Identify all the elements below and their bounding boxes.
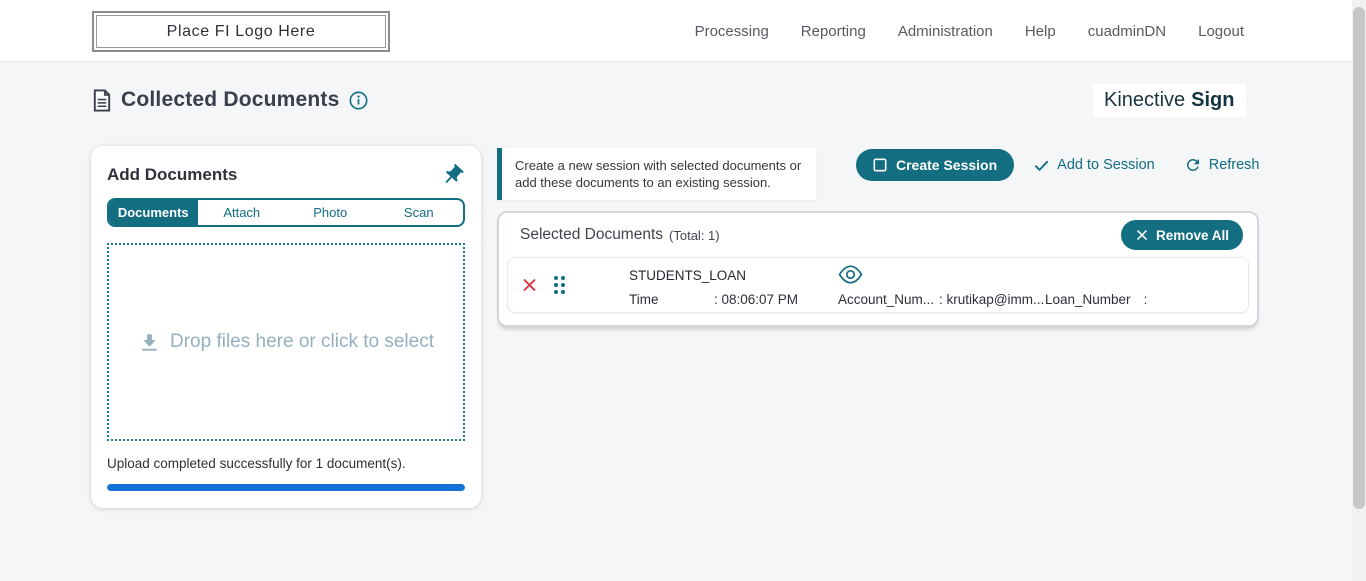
add-documents-panel: Add Documents Documents Attach Photo Sca… bbox=[91, 146, 481, 508]
file-dropzone[interactable]: Drop files here or click to select bbox=[107, 243, 465, 441]
document-row: STUDENTS_LOAN Time : 08:06:07 PM Account… bbox=[507, 257, 1249, 313]
checkbox-square-icon bbox=[873, 158, 887, 172]
nav-administration[interactable]: Administration bbox=[898, 23, 993, 40]
vertical-scrollbar bbox=[1352, 0, 1366, 581]
scrollbar-thumb[interactable] bbox=[1353, 7, 1365, 509]
tab-scan[interactable]: Scan bbox=[375, 200, 464, 225]
upload-status-text: Upload completed successfully for 1 docu… bbox=[107, 456, 465, 471]
preview-eye-icon[interactable] bbox=[838, 265, 863, 284]
refresh-button[interactable]: Refresh bbox=[1184, 156, 1260, 174]
add-to-session-label: Add to Session bbox=[1057, 157, 1155, 173]
tab-attach[interactable]: Attach bbox=[198, 200, 287, 225]
create-session-button[interactable]: Create Session bbox=[856, 149, 1014, 181]
account-field: Account_Num... : krutikap@imm... bbox=[838, 292, 1044, 307]
create-session-label: Create Session bbox=[896, 157, 997, 173]
page-title: Collected Documents bbox=[121, 88, 340, 112]
brand-name: Kinective bbox=[1104, 89, 1185, 112]
add-documents-header: Add Documents bbox=[107, 162, 465, 188]
selected-documents-title: Selected Documents bbox=[520, 226, 663, 244]
info-icon[interactable] bbox=[349, 91, 368, 110]
page-title-row: Collected Documents bbox=[92, 84, 368, 116]
nav-reporting[interactable]: Reporting bbox=[801, 23, 866, 40]
selected-documents-header: Selected Documents (Total: 1) Remove All bbox=[499, 213, 1257, 257]
kinective-sign-logo: Kinective Sign bbox=[1093, 84, 1246, 117]
pin-icon[interactable] bbox=[440, 163, 465, 188]
fi-logo-placeholder: Place FI Logo Here bbox=[92, 11, 390, 52]
account-label: Account_Num... bbox=[838, 292, 934, 307]
top-header: Place FI Logo Here Processing Reporting … bbox=[0, 0, 1366, 62]
remove-document-icon[interactable] bbox=[521, 277, 538, 294]
upload-progress-fill bbox=[107, 484, 465, 491]
document-icon bbox=[92, 89, 112, 112]
fi-logo-text: Place FI Logo Here bbox=[167, 23, 316, 41]
time-label: Time bbox=[629, 292, 659, 307]
tab-photo[interactable]: Photo bbox=[286, 200, 375, 225]
main-nav: Processing Reporting Administration Help… bbox=[695, 0, 1244, 62]
nav-logout[interactable]: Logout bbox=[1198, 23, 1244, 40]
check-icon bbox=[1033, 157, 1050, 174]
close-icon bbox=[1135, 228, 1149, 242]
remove-all-label: Remove All bbox=[1156, 228, 1229, 243]
nav-processing[interactable]: Processing bbox=[695, 23, 769, 40]
dropzone-text: Drop files here or click to select bbox=[170, 331, 434, 353]
loan-field: Loan_Number : bbox=[1045, 292, 1147, 307]
brand-product: Sign bbox=[1191, 89, 1234, 112]
time-value: : 08:06:07 PM bbox=[714, 292, 798, 307]
account-value: : krutikap@imm... bbox=[939, 292, 1044, 307]
tab-documents[interactable]: Documents bbox=[109, 200, 198, 225]
add-documents-title: Add Documents bbox=[107, 165, 237, 185]
refresh-label: Refresh bbox=[1209, 157, 1260, 173]
upload-progress-bar bbox=[107, 484, 465, 491]
nav-username[interactable]: cuadminDN bbox=[1088, 23, 1166, 40]
download-icon bbox=[138, 331, 161, 354]
document-name: STUDENTS_LOAN bbox=[629, 268, 746, 283]
add-documents-tabs: Documents Attach Photo Scan bbox=[107, 198, 465, 227]
drag-handle-icon[interactable] bbox=[554, 276, 565, 294]
add-to-session-button[interactable]: Add to Session bbox=[1033, 157, 1155, 174]
session-info-note: Create a new session with selected docum… bbox=[497, 148, 816, 200]
selected-documents-panel: Selected Documents (Total: 1) Remove All… bbox=[497, 211, 1259, 327]
session-actions: Create Session Add to Session Refresh bbox=[856, 149, 1260, 181]
loan-value: : bbox=[1144, 292, 1148, 307]
refresh-icon bbox=[1184, 156, 1202, 174]
remove-all-button[interactable]: Remove All bbox=[1121, 220, 1243, 250]
selected-documents-total: (Total: 1) bbox=[669, 228, 720, 243]
loan-label: Loan_Number bbox=[1045, 292, 1131, 307]
nav-help[interactable]: Help bbox=[1025, 23, 1056, 40]
